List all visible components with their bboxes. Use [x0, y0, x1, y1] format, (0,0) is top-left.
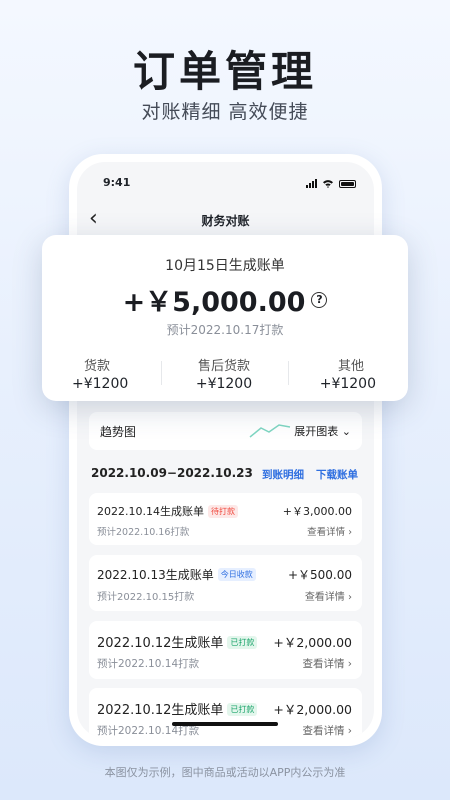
bill-item-title-text: 2022.10.14生成账单 [97, 505, 204, 518]
download-bill-link[interactable]: 下载账单 [316, 467, 358, 482]
view-detail-label: 查看详情 [302, 658, 345, 670]
summary-card: 10月15日生成账单 +￥5,000.00? 预计2022.10.17打款 货款… [42, 235, 408, 401]
trend-sparkline-icon [249, 424, 291, 438]
nav-title: 财务对账 [201, 214, 250, 228]
nav-bar: ‹ 财务对账 [77, 206, 374, 234]
battery-icon [339, 179, 356, 188]
bill-item[interactable]: 2022.10.13生成账单 今日收款 +￥500.00 预计2022.10.15… [89, 555, 362, 611]
bill-item-title-text: 2022.10.13生成账单 [97, 568, 214, 582]
hero-subtitle: 对账精细 高效便捷 [141, 101, 309, 123]
status-badge: 已打款 [227, 636, 258, 649]
bill-item-amount: +￥2,000.00 [273, 635, 352, 650]
view-detail-link[interactable]: 查看详情 › [302, 656, 352, 671]
arrival-detail-link[interactable]: 到账明细 [262, 467, 304, 482]
status-time: 9:41 [103, 176, 131, 189]
home-indicator [172, 722, 278, 726]
bill-item-title: 2022.10.14生成账单 待打款 [97, 503, 238, 519]
stat-value: +¥1200 [72, 376, 129, 392]
stat-other: 其他 +¥1200 [319, 355, 376, 392]
bill-item-eta: 预计2022.10.16打款 [97, 527, 190, 538]
bill-item-eta: 预计2022.10.14打款 [97, 658, 200, 670]
expand-chart-label: 展开图表 [294, 425, 339, 438]
stat-label: 其他 [337, 359, 364, 374]
summary-eta: 预计2022.10.17打款 [166, 323, 284, 337]
summary-date-title: 10月15日生成账单 [165, 258, 285, 274]
period-range: 2022.10.09−2022.10.23 [91, 466, 253, 480]
summary-amount-row: +￥5,000.00? [42, 280, 408, 319]
stat-divider [288, 361, 289, 385]
view-detail-label: 查看详情 [304, 592, 345, 603]
stat-goods: 货款 +¥1200 [72, 355, 129, 392]
bill-item-title-text: 2022.10.12生成账单 [97, 636, 224, 651]
stat-after-sales: 售后货款 +¥1200 [182, 355, 266, 392]
help-icon[interactable]: ? [311, 291, 328, 308]
period-header: 2022.10.09−2022.10.23 到账明细 下载账单 [89, 466, 362, 484]
summary-stats: 货款 +¥1200 售后货款 +¥1200 其他 +¥1200 [42, 355, 408, 392]
trend-label: 趋势图 [100, 425, 137, 439]
bill-item-amount: +￥3,000.00 [282, 505, 352, 518]
wifi-icon [323, 180, 333, 188]
chevron-right-icon: › [348, 527, 352, 538]
bill-item-amount: +￥500.00 [287, 568, 352, 582]
view-detail-link[interactable]: 查看详情 › [307, 524, 352, 538]
summary-amount: +￥5,000.00 [122, 287, 306, 318]
status-badge: 今日收款 [217, 568, 256, 581]
bill-item[interactable]: 2022.10.12生成账单 已打款 +￥2,000.00 预计2022.10.1… [89, 621, 362, 679]
stat-label: 售后货款 [197, 359, 250, 374]
expand-chart-button[interactable]: 展开图表 ⌄ [294, 423, 351, 439]
trend-panel[interactable]: 趋势图 展开图表 ⌄ [89, 412, 362, 450]
bill-item-title: 2022.10.13生成账单 今日收款 [97, 566, 256, 583]
status-bar: 9:41 [77, 176, 374, 194]
bill-item[interactable]: 2022.10.12生成账单 已打款 +￥2,000.00 预计2022.10.1… [89, 688, 362, 738]
chevron-right-icon: › [347, 725, 352, 737]
stat-value: +¥1200 [319, 376, 376, 392]
bill-item-eta: 预计2022.10.15打款 [97, 592, 195, 603]
stat-value: +¥1200 [195, 376, 253, 392]
view-detail-link[interactable]: 查看详情 › [302, 723, 352, 738]
chevron-right-icon: › [348, 592, 352, 603]
view-detail-label: 查看详情 [302, 725, 345, 737]
bill-item-title: 2022.10.12生成账单 已打款 [97, 632, 258, 651]
bill-item-title-text: 2022.10.12生成账单 [97, 703, 224, 718]
chevron-right-icon: › [347, 658, 352, 670]
status-icons [306, 179, 356, 188]
stat-divider [161, 361, 162, 385]
chevron-down-icon: ⌄ [341, 425, 351, 438]
bill-item-amount: +￥2,000.00 [273, 702, 352, 717]
footnote: 本图仅为示例，图中商品或活动以APP内公示为准 [104, 766, 346, 779]
bill-item-title: 2022.10.12生成账单 已打款 [97, 699, 258, 718]
signal-icon [306, 179, 317, 188]
hero-title: 订单管理 [132, 47, 317, 96]
status-badge: 已打款 [227, 703, 258, 716]
status-badge: 待打款 [207, 504, 238, 518]
view-detail-label: 查看详情 [307, 527, 346, 538]
stat-label: 货款 [84, 359, 111, 374]
view-detail-link[interactable]: 查看详情 › [305, 588, 352, 603]
bill-item[interactable]: 2022.10.14生成账单 待打款 +￥3,000.00 预计2022.10.1… [89, 493, 362, 545]
